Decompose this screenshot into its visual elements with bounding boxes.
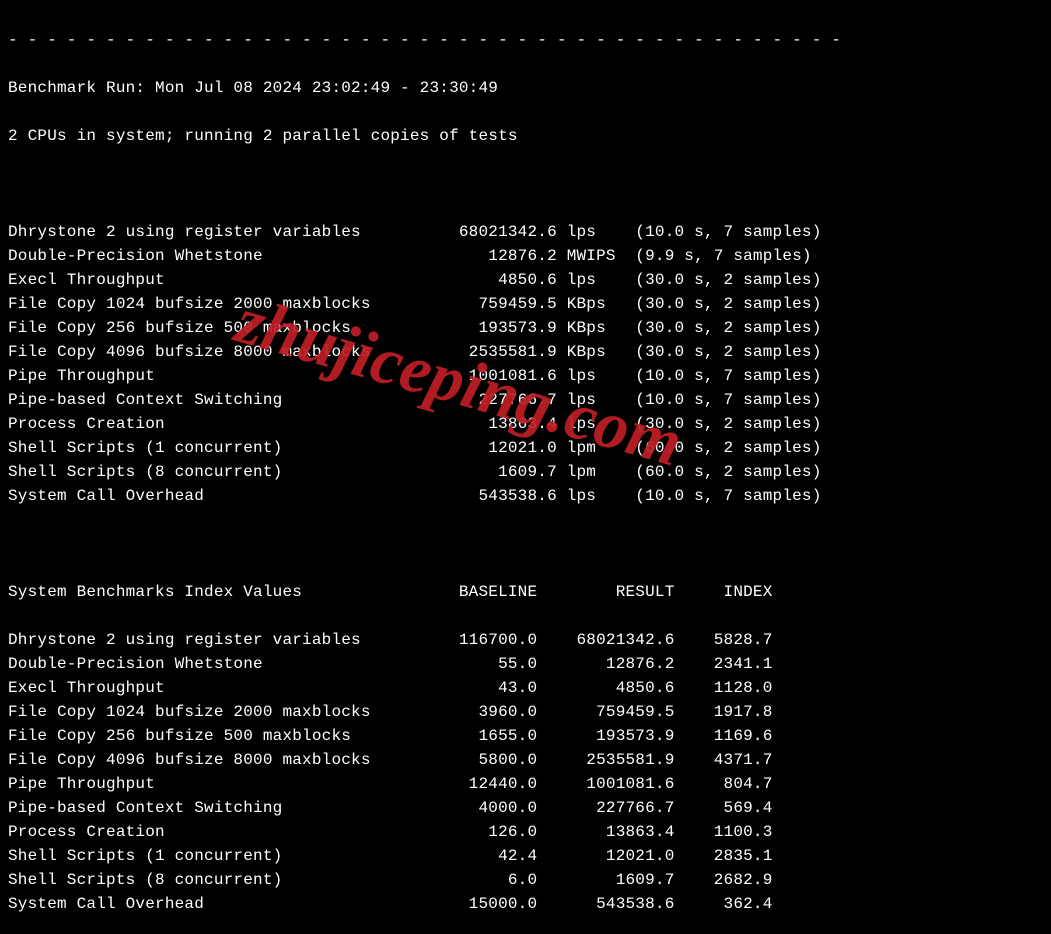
index-row: Pipe Throughput 12440.0 1001081.6 804.7 [8, 772, 1043, 796]
index-header-line: System Benchmarks Index Values BASELINE … [8, 580, 1043, 604]
index-row: System Call Overhead 15000.0 543538.6 36… [8, 892, 1043, 916]
index-row: File Copy 1024 bufsize 2000 maxblocks 39… [8, 700, 1043, 724]
benchmark-run-line: Benchmark Run: Mon Jul 08 2024 23:02:49 … [8, 76, 1043, 100]
result-row: Dhrystone 2 using register variables 680… [8, 220, 1043, 244]
index-row: File Copy 256 bufsize 500 maxblocks 1655… [8, 724, 1043, 748]
result-row: Execl Throughput 4850.6 lps (30.0 s, 2 s… [8, 268, 1043, 292]
blank-line [8, 172, 1043, 196]
index-block: Dhrystone 2 using register variables 116… [8, 628, 1043, 916]
dash-line: - - - - - - - - - - - - - - - - - - - - … [8, 28, 1043, 52]
index-row: Dhrystone 2 using register variables 116… [8, 628, 1043, 652]
result-row: Process Creation 13863.4 lps (30.0 s, 2 … [8, 412, 1043, 436]
index-row: Execl Throughput 43.0 4850.6 1128.0 [8, 676, 1043, 700]
result-row: Shell Scripts (1 concurrent) 12021.0 lpm… [8, 436, 1043, 460]
result-row: Pipe Throughput 1001081.6 lps (10.0 s, 7… [8, 364, 1043, 388]
index-row: Double-Precision Whetstone 55.0 12876.2 … [8, 652, 1043, 676]
index-row: Pipe-based Context Switching 4000.0 2277… [8, 796, 1043, 820]
result-row: File Copy 1024 bufsize 2000 maxblocks 75… [8, 292, 1043, 316]
result-row: System Call Overhead 543538.6 lps (10.0 … [8, 484, 1043, 508]
index-row: Shell Scripts (1 concurrent) 42.4 12021.… [8, 844, 1043, 868]
result-row: Pipe-based Context Switching 227766.7 lp… [8, 388, 1043, 412]
index-row: Shell Scripts (8 concurrent) 6.0 1609.7 … [8, 868, 1043, 892]
blank-line [8, 532, 1043, 556]
result-row: Double-Precision Whetstone 12876.2 MWIPS… [8, 244, 1043, 268]
results-block: Dhrystone 2 using register variables 680… [8, 220, 1043, 508]
index-row: Process Creation 126.0 13863.4 1100.3 [8, 820, 1043, 844]
result-row: File Copy 4096 bufsize 8000 maxblocks 25… [8, 340, 1043, 364]
terminal-output: - - - - - - - - - - - - - - - - - - - - … [0, 0, 1051, 934]
result-row: Shell Scripts (8 concurrent) 1609.7 lpm … [8, 460, 1043, 484]
result-row: File Copy 256 bufsize 500 maxblocks 1935… [8, 316, 1043, 340]
index-row: File Copy 4096 bufsize 8000 maxblocks 58… [8, 748, 1043, 772]
cpu-info-line: 2 CPUs in system; running 2 parallel cop… [8, 124, 1043, 148]
